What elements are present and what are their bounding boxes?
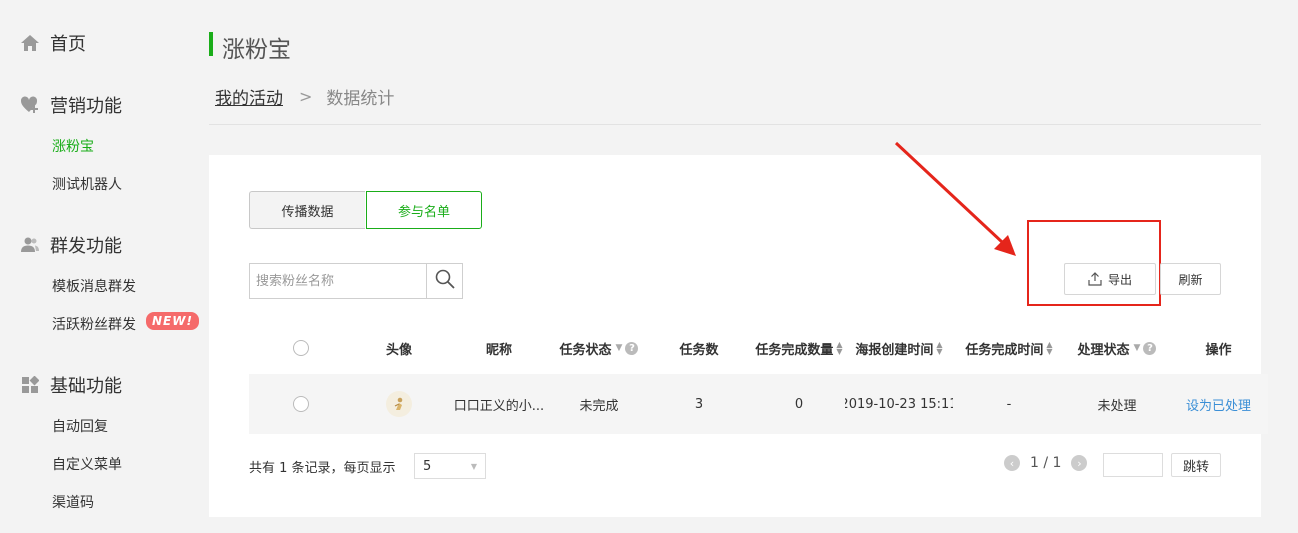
help-icon[interactable]: ? bbox=[1143, 341, 1157, 355]
mark-processed-label[interactable]: 设为已处理 bbox=[1186, 395, 1251, 414]
heart-plus-icon bbox=[20, 95, 40, 115]
home-icon bbox=[20, 33, 40, 53]
search-box bbox=[249, 263, 463, 299]
search-button[interactable] bbox=[426, 264, 462, 298]
select-all-radio[interactable] bbox=[293, 340, 309, 356]
divider bbox=[209, 124, 1261, 125]
title-accent-bar bbox=[209, 32, 213, 56]
refresh-button[interactable]: 刷新 bbox=[1160, 263, 1221, 295]
filter-dropdown-icon[interactable]: ▼ bbox=[616, 343, 623, 353]
row-select-cell bbox=[249, 396, 353, 412]
sidebar-item-auto-reply[interactable]: 自动回复 bbox=[52, 416, 108, 436]
pagination: ‹ 1 / 1 › bbox=[1004, 455, 1088, 471]
users-icon bbox=[20, 235, 40, 255]
breadcrumb-my-activities[interactable]: 我的活动 bbox=[215, 84, 283, 109]
col-task-status-label: 任务状态 bbox=[559, 342, 612, 358]
total-records-text: 共有 1 条记录，每页显示 bbox=[249, 461, 396, 476]
col-finish-time[interactable]: 任务完成时间 ▲ ▼ bbox=[953, 339, 1065, 358]
nav-section-basic: 基础功能 bbox=[20, 372, 122, 398]
col-task-count: 任务数 bbox=[679, 342, 719, 358]
help-icon[interactable]: ? bbox=[625, 341, 639, 355]
goto-page-button[interactable]: 跳转 bbox=[1171, 453, 1221, 477]
export-button[interactable]: 导出 bbox=[1064, 263, 1156, 295]
chevron-down-icon: ▼ bbox=[470, 461, 477, 471]
table-header-row: 头像 昵称 任务状态 ▼ ? 任务数 任务完成数量 ▲ ▼ 海报创建时间 ▲ ▼ 任… bbox=[249, 322, 1268, 374]
cell-nickname: 口口正义的小... bbox=[453, 398, 545, 414]
cell-process-status: 未处理 bbox=[1097, 398, 1137, 414]
col-completed-count[interactable]: 任务完成数量 ▲ ▼ bbox=[753, 339, 845, 358]
upload-icon bbox=[1088, 272, 1102, 286]
col-avatar: 头像 bbox=[385, 342, 412, 358]
col-process-status-label: 处理状态 bbox=[1077, 342, 1130, 358]
nav-home-label: 首页 bbox=[50, 34, 86, 55]
sidebar-item-channel-code[interactable]: 渠道码 bbox=[52, 492, 94, 512]
col-finish-time-label: 任务完成时间 bbox=[965, 342, 1044, 358]
grid-icon bbox=[20, 375, 40, 395]
sidebar: 首页 营销功能 涨粉宝 测试机器人 群发功能 模板消息群发 活跃粉丝群发 NEW… bbox=[0, 0, 200, 533]
page-title: 涨粉宝 bbox=[222, 37, 291, 63]
col-task-status[interactable]: 任务状态 ▼ ? bbox=[553, 339, 645, 358]
avatar bbox=[386, 391, 412, 417]
breadcrumb-separator: > bbox=[299, 87, 313, 106]
col-completed-count-label: 任务完成数量 bbox=[755, 342, 834, 358]
cell-poster-time: 2019-10-23 15:11 bbox=[845, 396, 953, 412]
col-poster-time[interactable]: 海报创建时间 ▲ ▼ bbox=[845, 339, 953, 358]
col-nickname: 昵称 bbox=[485, 342, 512, 358]
sidebar-item-zhangfenbao[interactable]: 涨粉宝 bbox=[52, 136, 94, 156]
col-poster-time-label: 海报创建时间 bbox=[855, 342, 934, 358]
nav-section-broadcast-label: 群发功能 bbox=[50, 236, 122, 257]
sort-icon[interactable]: ▲ ▼ bbox=[836, 341, 842, 356]
select-all-cell bbox=[249, 340, 353, 356]
page-jump-input[interactable] bbox=[1103, 453, 1163, 477]
page-info: 1 / 1 bbox=[1030, 455, 1062, 471]
tab-participant-list[interactable]: 参与名单 bbox=[366, 191, 482, 229]
breadcrumb: 我的活动 > 数据统计 bbox=[215, 84, 394, 109]
nav-section-marketing: 营销功能 bbox=[20, 92, 122, 118]
cell-task-status: 未完成 bbox=[579, 398, 619, 414]
nav-section-marketing-label: 营销功能 bbox=[50, 96, 122, 117]
prev-page-icon[interactable]: ‹ bbox=[1004, 455, 1020, 471]
sidebar-item-active-fans-broadcast[interactable]: 活跃粉丝群发 bbox=[52, 314, 136, 334]
breadcrumb-current: 数据统计 bbox=[326, 89, 395, 109]
cell-completed-count: 0 bbox=[794, 396, 804, 412]
cell-finish-time: - bbox=[1006, 396, 1012, 412]
table-row: 口口正义的小... 未完成 3 0 2019-10-23 15:11 - 未处理… bbox=[249, 374, 1268, 434]
row-select-radio[interactable] bbox=[293, 396, 309, 412]
sidebar-item-template-broadcast[interactable]: 模板消息群发 bbox=[52, 276, 136, 296]
avatar-cell bbox=[353, 391, 445, 417]
tab-spread-data[interactable]: 传播数据 bbox=[249, 191, 365, 229]
mark-processed-link[interactable]: 设为已处理 bbox=[1169, 395, 1268, 414]
sidebar-item-test-robot[interactable]: 测试机器人 bbox=[52, 174, 122, 194]
page-size-value: 5 bbox=[423, 458, 432, 474]
col-process-status[interactable]: 处理状态 ▼ ? bbox=[1065, 339, 1169, 358]
nav-section-basic-label: 基础功能 bbox=[50, 376, 122, 397]
filter-dropdown-icon[interactable]: ▼ bbox=[1134, 343, 1141, 353]
sort-icon[interactable]: ▲ ▼ bbox=[1046, 341, 1052, 356]
export-label: 导出 bbox=[1107, 272, 1132, 287]
next-page-icon[interactable]: › bbox=[1071, 455, 1088, 471]
sidebar-item-custom-menu[interactable]: 自定义菜单 bbox=[52, 454, 122, 474]
search-input[interactable] bbox=[250, 264, 426, 298]
page-size-select[interactable]: 5 ▼ bbox=[414, 453, 486, 479]
nav-home[interactable]: 首页 bbox=[20, 30, 86, 56]
nav-section-broadcast: 群发功能 bbox=[20, 232, 122, 258]
search-icon bbox=[435, 269, 455, 293]
new-badge: NEW! bbox=[146, 312, 199, 330]
sort-icon[interactable]: ▲ ▼ bbox=[936, 341, 942, 356]
col-action: 操作 bbox=[1205, 342, 1232, 358]
cell-task-count: 3 bbox=[694, 396, 704, 412]
participant-table: 头像 昵称 任务状态 ▼ ? 任务数 任务完成数量 ▲ ▼ 海报创建时间 ▲ ▼ 任… bbox=[249, 322, 1268, 434]
content-card: 传播数据 参与名单 导出 刷新 头像 昵称 任务状态 ▼ ? 任务数 bbox=[209, 155, 1268, 517]
